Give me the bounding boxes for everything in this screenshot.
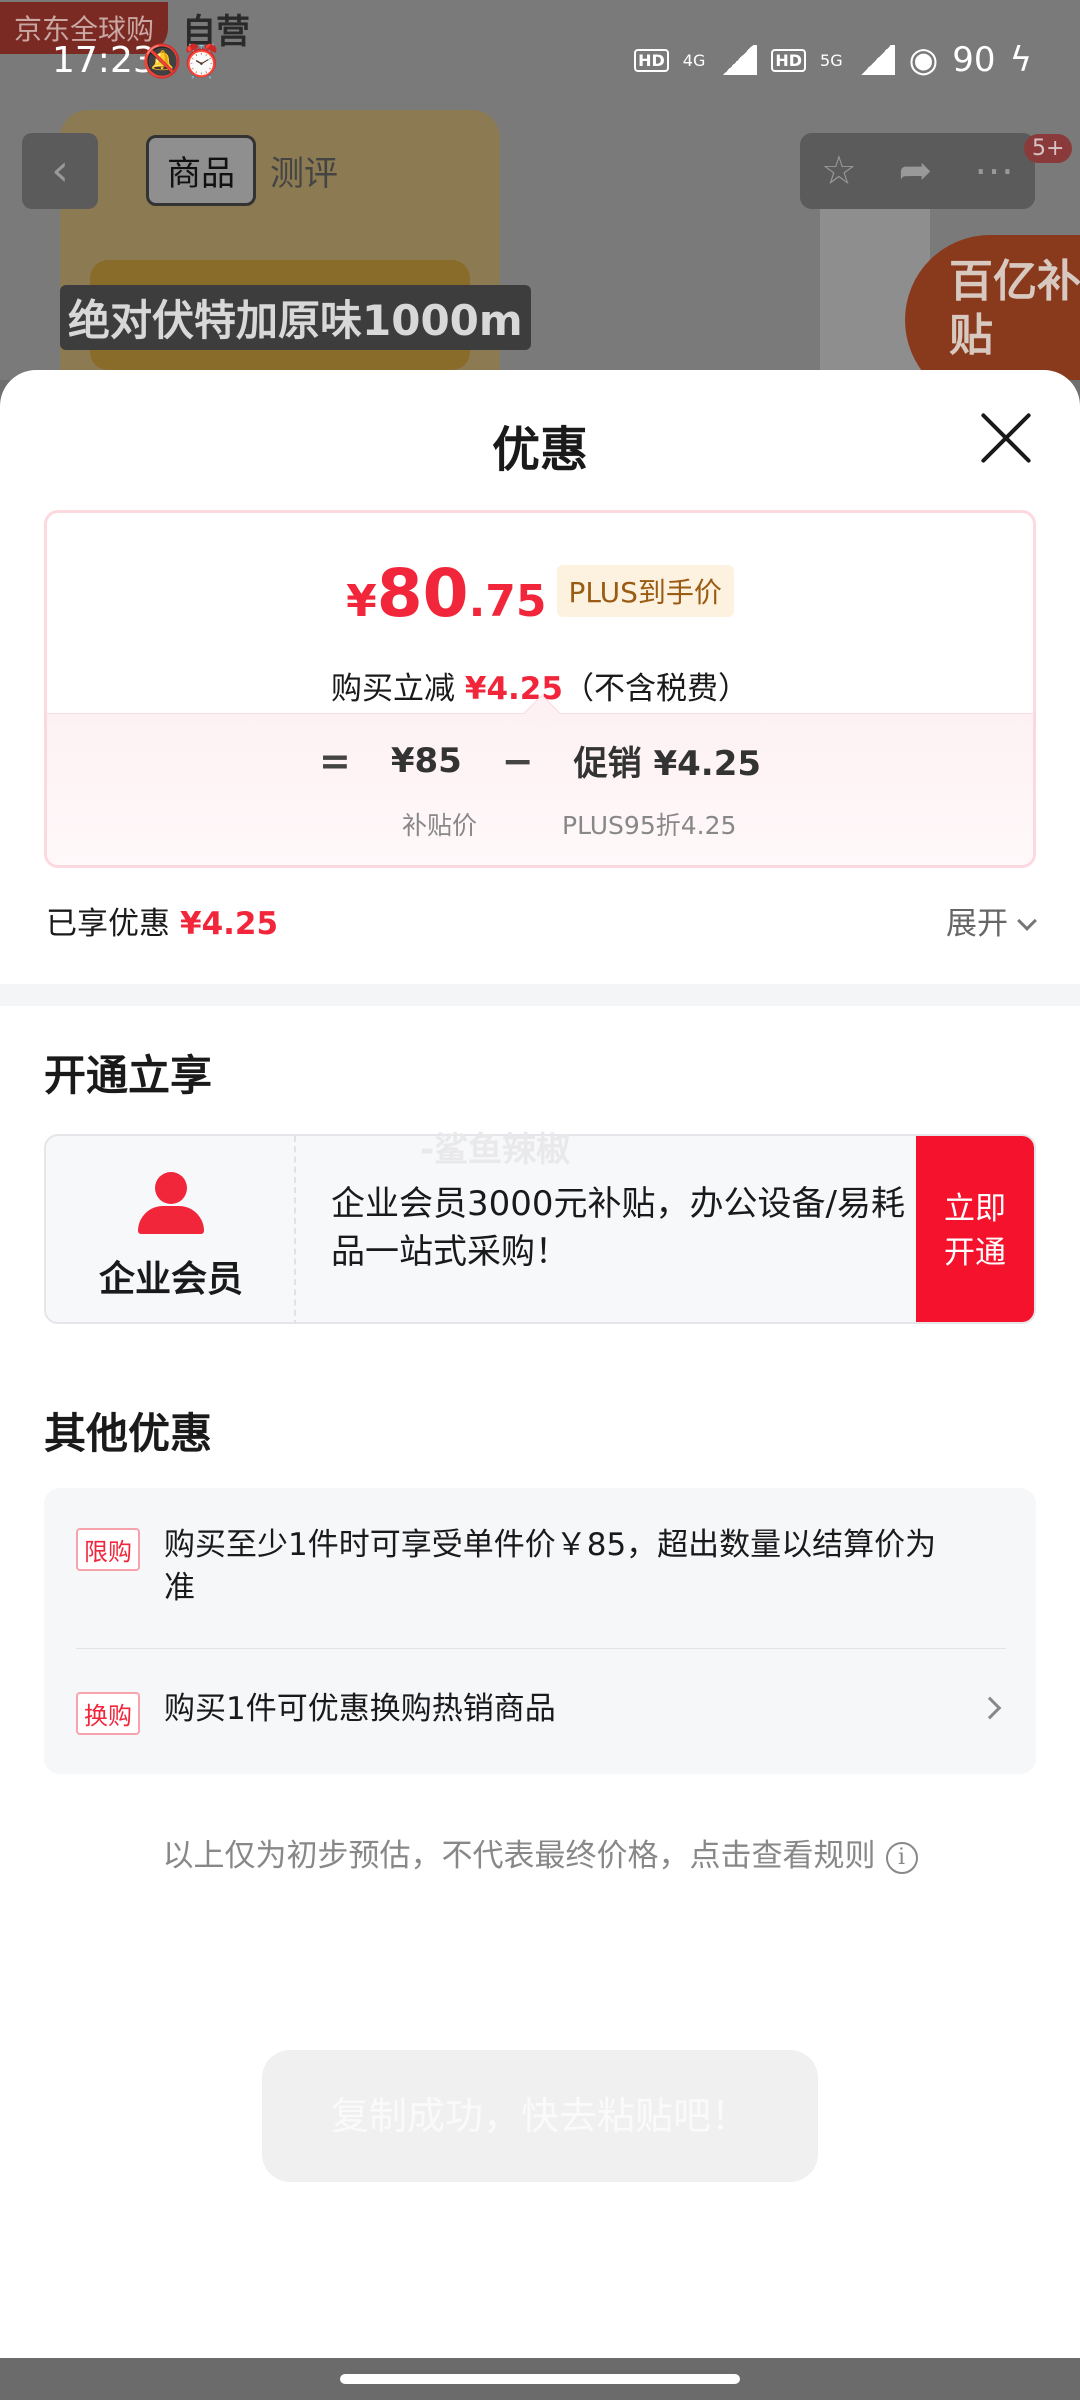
price-currency: ¥ [346,576,377,627]
product-tabs: 商品 测评 [146,134,376,206]
chevron-down-icon [1017,911,1037,931]
open-section-title: 开通立享 [44,1051,213,1100]
tab-reviews[interactable]: 测评 [256,138,352,203]
disclaimer-text: 以上仅为初步预估，不代表最终价格，点击查看规则 [162,1838,876,1874]
gesture-bar [0,2358,1080,2400]
base-price: ¥85 [390,740,462,781]
promo-label: PLUS95折4.25 [562,811,737,840]
chevron-right-icon [978,1696,1002,1720]
offer-text: 购买1件可优惠换购热销商品 [164,1691,556,1727]
purchase-limit-tag: 限购 [76,1528,140,1571]
person-icon [138,1172,204,1234]
exchange-offer-row[interactable]: 换购 购买1件可优惠换购热销商品 [76,1688,1006,1736]
offer-text: 购买至少1件时可享受单件价￥85，超出数量以结算价为准 [164,1527,937,1606]
reduction-prefix: 购买立减 [331,671,456,707]
top-right-actions: ☆ ➦ ⋯ [800,133,1035,209]
battery-icon: ◉ [908,40,939,80]
subsidy-badge: 百亿补贴 [905,235,1080,380]
star-icon[interactable]: ☆ [821,148,857,194]
close-icon[interactable] [978,410,1034,466]
copy-success-toast: 复制成功，快去粘贴吧！ [262,2050,818,2182]
network-5g-label: 5G [820,50,843,70]
alarm-icon: 🔕⏰ [142,42,222,80]
sheet-title: 优惠 [491,422,588,478]
other-section-title: 其他优惠 [44,1409,213,1458]
equals-sign: = [318,738,351,783]
clock: 17:23 [52,40,156,81]
open-now-button[interactable]: 立即开通 [916,1136,1034,1322]
divider [76,1648,1006,1649]
battery-level: 90 [952,40,996,80]
expand-button[interactable]: 展开 [946,898,1037,943]
discount-sheet: 优惠 ¥80.75 PLUS到手价 购买立减 ¥4.25（不含税费） = ¥85 … [0,370,1080,2358]
signal-icon [856,45,895,75]
price-disclaimer[interactable]: 以上仅为初步预估，不代表最终价格，点击查看规则 i [0,1830,1080,1875]
other-offers-card: 限购 购买至少1件时可享受单件价￥85，超出数量以结算价为准 换购 购买1件可优… [44,1488,1036,1774]
enjoyed-amount: ¥4.25 [180,906,279,942]
tab-product[interactable]: 商品 [146,134,256,206]
member-name: 企业会员 [98,1259,243,1300]
minus-sign: − [501,738,534,783]
price-decimal: .75 [468,576,547,627]
member-description: 企业会员3000元补贴，办公设备/易耗品一站式采购！ [331,1184,905,1272]
price-integer: 80 [376,555,469,632]
enjoyed-label: 已享优惠 [46,906,170,942]
share-icon[interactable]: ➦ [899,148,933,194]
enjoyed-discount: 已享优惠 ¥4.25 [46,898,278,943]
status-bar: 17:23 🔕⏰ HD 4G HD 5G ◉ 90 ϟ [0,0,1080,120]
hd-icon: HD [771,48,807,72]
home-indicator[interactable] [340,2374,740,2384]
watermark: -鲨鱼辣椒 [420,1130,571,1170]
message-count-badge: 5+ [1024,134,1073,163]
charging-icon: ϟ [1009,40,1032,80]
network-4g-label: 4G [682,50,706,70]
info-icon: i [885,1842,918,1874]
hd-icon: HD [634,48,669,72]
final-price: ¥80.75 PLUS到手价 [47,555,1033,632]
section-divider [0,984,1080,1006]
reduction-suffix: （不含税费） [562,671,749,707]
base-price-label: 补贴价 [402,811,478,840]
more-icon[interactable]: ⋯ [974,148,1014,194]
plus-price-tag: PLUS到手价 [556,565,734,617]
exchange-tag: 换购 [76,1692,140,1735]
expand-label: 展开 [946,906,1008,942]
product-headline: 绝对伏特加原味1000m [60,285,531,350]
back-button[interactable]: ‹ [22,133,98,209]
signal-icon [719,45,758,75]
price-breakdown: = ¥85 − 促销 ¥4.25 补贴价 PLUS95折4.25 [47,694,1033,865]
price-card: ¥80.75 PLUS到手价 购买立减 ¥4.25（不含税费） = ¥85 − 促… [44,510,1036,868]
promo-amount: 促销 ¥4.25 [573,744,762,784]
